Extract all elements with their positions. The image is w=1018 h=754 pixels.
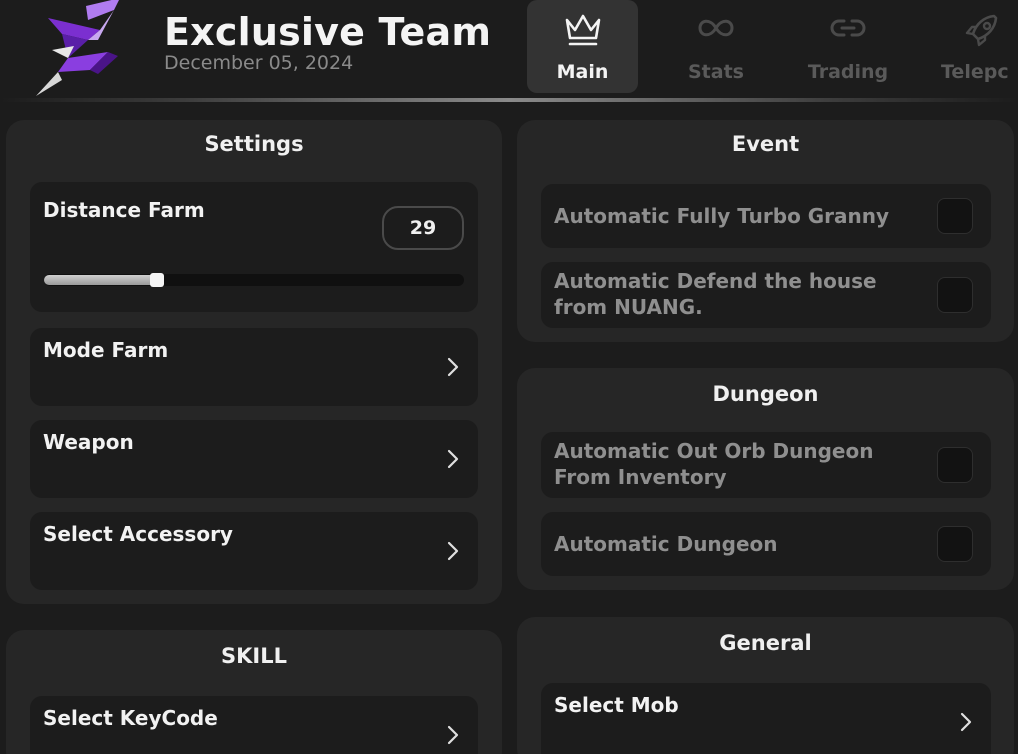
chevron-right-icon — [447, 725, 459, 745]
app-date: December 05, 2024 — [164, 52, 354, 74]
auto-dungeon-label: Automatic Dungeon — [554, 532, 778, 556]
auto-dungeon-checkbox[interactable] — [937, 526, 973, 562]
defend-house-checkbox[interactable] — [937, 277, 973, 313]
header-divider — [0, 98, 1018, 102]
tab-teleport[interactable]: Telepc — [927, 0, 1018, 93]
crown-icon — [565, 14, 600, 46]
out-orb-label-line2: From Inventory — [554, 465, 727, 489]
toggle-row-turbo-granny[interactable]: Automatic Fully Turbo Granny — [541, 184, 991, 248]
skill-title: SKILL — [221, 644, 287, 668]
chevron-right-icon — [960, 712, 972, 732]
out-orb-label: Automatic Out Orb Dungeon From Inventory — [554, 438, 873, 490]
app-title: Exclusive Team — [164, 10, 492, 54]
chevron-right-icon — [447, 541, 459, 561]
dungeon-panel: Dungeon Automatic Out Orb Dungeon From I… — [517, 368, 1014, 590]
tab-trading[interactable]: Trading — [793, 0, 903, 93]
mode-farm-dropdown[interactable]: Mode Farm — [30, 328, 478, 406]
general-title: General — [719, 631, 812, 655]
distance-farm-label: Distance Farm — [43, 198, 205, 222]
event-panel: Event Automatic Fully Turbo Granny Autom… — [517, 120, 1014, 342]
turbo-granny-checkbox[interactable] — [937, 198, 973, 234]
select-accessory-label: Select Accessory — [43, 522, 233, 546]
chevron-right-icon — [447, 357, 459, 377]
tab-stats-label: Stats — [688, 61, 744, 83]
select-accessory-dropdown[interactable]: Select Accessory — [30, 512, 478, 590]
tab-main-label: Main — [556, 61, 609, 83]
distance-farm-slider[interactable] — [44, 273, 464, 287]
settings-title: Settings — [204, 132, 304, 156]
event-title: Event — [731, 132, 800, 156]
skill-panel: SKILL Select KeyCode — [6, 630, 502, 754]
tab-main[interactable]: Main — [527, 0, 638, 93]
toggle-row-out-orb[interactable]: Automatic Out Orb Dungeon From Inventory — [541, 432, 991, 498]
turbo-granny-label: Automatic Fully Turbo Granny — [554, 204, 890, 228]
select-mob-dropdown[interactable]: Select Mob — [541, 683, 991, 754]
slider-knob[interactable] — [150, 273, 164, 287]
tab-teleport-label: Telepc — [941, 61, 1009, 83]
select-keycode-dropdown[interactable]: Select KeyCode — [30, 696, 478, 754]
slider-fill — [44, 275, 157, 285]
distance-farm-value[interactable]: 29 — [382, 206, 464, 250]
chevron-right-icon — [447, 449, 459, 469]
mode-farm-label: Mode Farm — [43, 338, 169, 362]
tab-bar: Main Stats Trading Telepc — [527, 0, 1018, 94]
settings-panel: Settings Distance Farm 29 Mode Farm Weap… — [6, 120, 502, 604]
logo-icon — [36, 0, 119, 96]
dungeon-title: Dungeon — [712, 382, 819, 406]
toggle-row-auto-dungeon[interactable]: Automatic Dungeon — [541, 512, 991, 576]
defend-house-label-line2: from NUANG. — [554, 295, 703, 319]
weapon-label: Weapon — [43, 430, 134, 454]
select-keycode-label: Select KeyCode — [43, 706, 218, 730]
out-orb-checkbox[interactable] — [937, 447, 973, 483]
tab-trading-label: Trading — [807, 61, 889, 83]
infinity-icon — [698, 19, 734, 37]
defend-house-label: Automatic Defend the house from NUANG. — [554, 268, 877, 320]
rocket-icon — [965, 14, 998, 47]
tab-stats[interactable]: Stats — [661, 0, 771, 93]
header: Exclusive Team December 05, 2024 Main St… — [0, 0, 1018, 100]
out-orb-label-line1: Automatic Out Orb Dungeon — [554, 439, 874, 463]
select-mob-label: Select Mob — [554, 693, 679, 717]
link-icon — [830, 19, 866, 37]
general-panel: General Select Mob — [517, 617, 1014, 754]
defend-house-label-line1: Automatic Defend the house — [554, 269, 877, 293]
distance-farm-card: Distance Farm 29 — [30, 182, 478, 312]
weapon-dropdown[interactable]: Weapon — [30, 420, 478, 498]
toggle-row-defend-house[interactable]: Automatic Defend the house from NUANG. — [541, 262, 991, 328]
